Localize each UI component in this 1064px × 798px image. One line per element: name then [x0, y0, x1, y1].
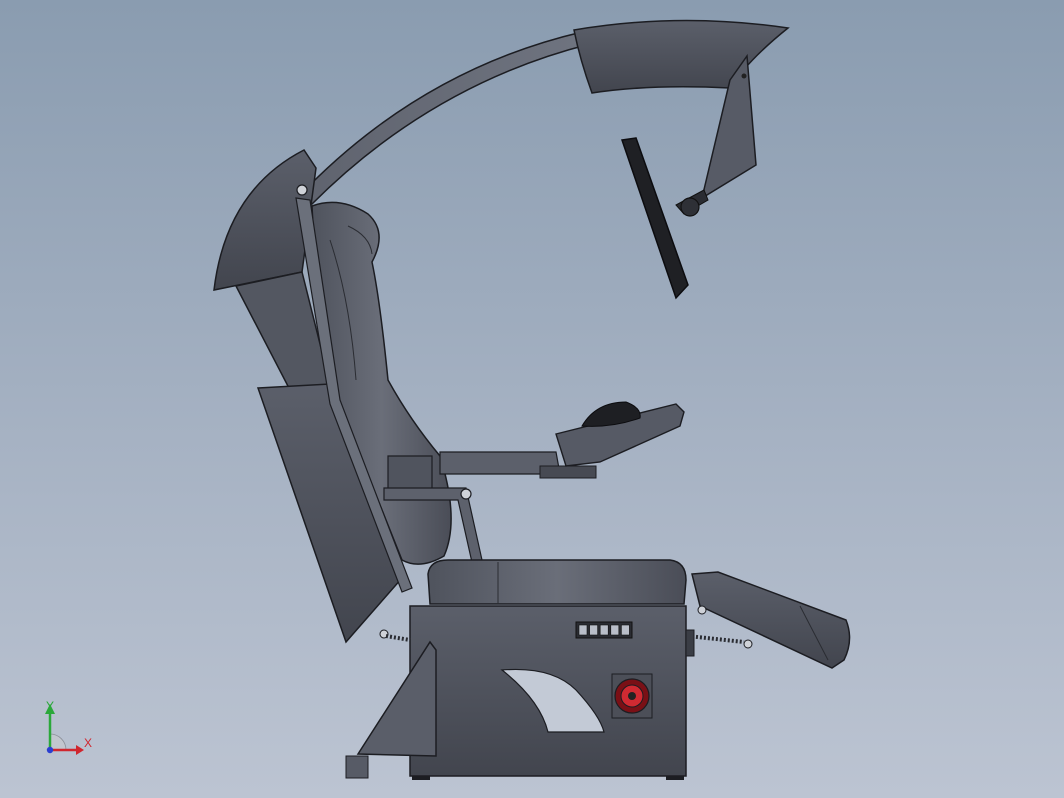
rear-foot	[345, 755, 369, 779]
rear-bracket	[356, 640, 437, 757]
cooling-fan	[611, 673, 653, 719]
counter-cell	[578, 624, 588, 636]
footrest-bolt	[697, 605, 707, 615]
canopy-panel	[573, 19, 790, 94]
cad-viewport[interactable]: Y X	[0, 0, 1064, 798]
footrest-spring	[687, 634, 745, 644]
y-axis-label: Y	[46, 699, 54, 713]
chair-model[interactable]: Y X	[0, 0, 1064, 798]
counter-cell	[621, 624, 630, 636]
monitor-screen	[620, 137, 689, 300]
monitor-hinge	[680, 197, 700, 217]
armrest-rail	[539, 465, 597, 479]
z-axis-dot	[46, 746, 54, 754]
linkage-bolt	[460, 488, 472, 500]
coordinate-triad: Y X	[45, 699, 92, 755]
foot	[412, 776, 430, 780]
foot	[666, 776, 684, 780]
footrest-stop	[685, 629, 695, 657]
counter-cell	[589, 624, 598, 636]
overhead-arc	[298, 31, 592, 205]
footrest-bolt	[743, 639, 753, 649]
rear-spring	[385, 634, 411, 642]
armrest	[387, 455, 433, 491]
x-axis-label: X	[84, 736, 92, 750]
x-axis-head	[76, 745, 84, 755]
digital-counter	[575, 621, 633, 639]
pivot-bolt	[296, 184, 308, 196]
seat-cushion	[427, 559, 687, 605]
bracket-bolt	[741, 73, 747, 79]
footrest	[691, 571, 851, 669]
counter-cell	[610, 624, 620, 636]
counter-cell	[599, 624, 609, 636]
